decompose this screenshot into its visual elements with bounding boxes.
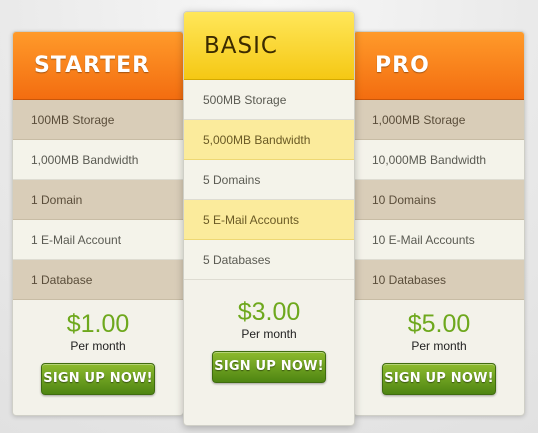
pricing-column-starter: STARTER 100MB Storage 1,000MB Bandwidth …: [12, 31, 184, 416]
feature-databases: 5 Databases: [184, 240, 354, 280]
plan-footer: $1.00 Per month SIGN UP NOW!: [13, 300, 183, 395]
plan-footer: $3.00 Per month SIGN UP NOW!: [184, 280, 354, 383]
feature-email-accounts: 10 E-Mail Accounts: [354, 220, 524, 260]
plan-period: Per month: [70, 339, 126, 353]
plan-price: $3.00: [237, 298, 301, 326]
feature-storage: 1,000MB Storage: [354, 100, 524, 140]
feature-databases: 10 Databases: [354, 260, 524, 300]
feature-domains: 1 Domain: [13, 180, 183, 220]
plan-title: PRO: [354, 32, 524, 100]
feature-bandwidth: 1,000MB Bandwidth: [13, 140, 183, 180]
plan-footer: $5.00 Per month SIGN UP NOW!: [354, 300, 524, 395]
plan-price: $5.00: [407, 310, 471, 338]
feature-storage: 500MB Storage: [184, 80, 354, 120]
sign-up-button[interactable]: SIGN UP NOW!: [41, 363, 155, 395]
feature-databases: 1 Database: [13, 260, 183, 300]
sign-up-button[interactable]: SIGN UP NOW!: [382, 363, 496, 395]
plan-price: $1.00: [66, 310, 130, 338]
feature-storage: 100MB Storage: [13, 100, 183, 140]
pricing-column-basic: BASIC 500MB Storage 5,000MB Bandwidth 5 …: [183, 11, 355, 426]
pricing-column-pro: PRO 1,000MB Storage 10,000MB Bandwidth 1…: [353, 31, 525, 416]
feature-email-accounts: 1 E-Mail Account: [13, 220, 183, 260]
plan-title: STARTER: [13, 32, 183, 100]
feature-domains: 10 Domains: [354, 180, 524, 220]
plan-title: BASIC: [184, 12, 354, 80]
feature-bandwidth: 10,000MB Bandwidth: [354, 140, 524, 180]
feature-bandwidth: 5,000MB Bandwidth: [184, 120, 354, 160]
feature-email-accounts: 5 E-Mail Accounts: [184, 200, 354, 240]
feature-domains: 5 Domains: [184, 160, 354, 200]
sign-up-button[interactable]: SIGN UP NOW!: [212, 351, 326, 383]
plan-period: Per month: [241, 327, 297, 341]
plan-period: Per month: [411, 339, 467, 353]
